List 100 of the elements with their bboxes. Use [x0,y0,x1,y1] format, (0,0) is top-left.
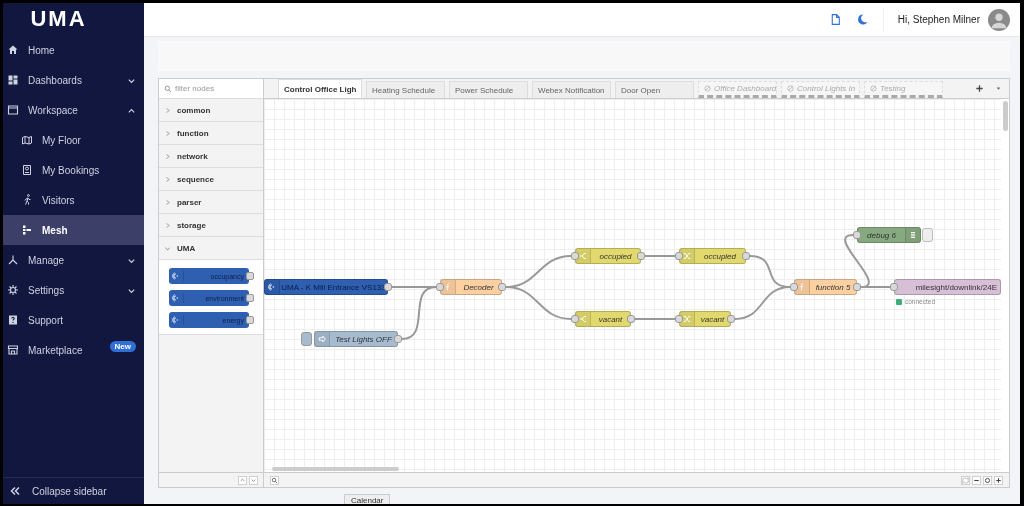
output-port[interactable] [853,283,861,291]
input-port[interactable] [571,315,579,323]
input-port[interactable] [853,231,861,239]
node-label: vacant [597,314,624,324]
node-label: occupied [598,251,633,261]
flow-tab[interactable]: Door Open [615,81,694,98]
output-port[interactable] [742,252,750,260]
output-port[interactable] [394,335,402,343]
palette-category[interactable]: function [159,122,263,145]
flow-node[interactable]: vacant [679,311,731,327]
input-port[interactable] [675,315,683,323]
output-port[interactable] [627,315,635,323]
debug-toggle[interactable] [922,228,933,242]
nav-item[interactable]: Home [3,35,144,65]
nav-item[interactable]: Settings [3,275,144,305]
tree-icon [21,224,33,236]
nav-item[interactable]: My Floor [3,125,144,155]
disabled-icon [704,85,711,92]
input-port[interactable] [675,252,683,260]
wire [644,255,676,257]
node-label: occupied [703,251,737,261]
flow-tab[interactable]: Heating Schedule [366,81,445,98]
wire [734,286,791,320]
double-chevron-left-icon [9,485,21,497]
avatar[interactable] [988,8,1010,31]
output-port[interactable] [727,315,735,323]
nav-item[interactable]: Dashboards [3,65,144,95]
dashboard-icon [7,74,19,86]
flow-node[interactable]: debug 6 [857,227,921,243]
split-icon [578,251,588,261]
flow-node[interactable]: Decoder [440,279,502,295]
node-label: Test Lights OFF [334,334,393,344]
settings-icon [7,284,19,296]
signal-icon [169,271,184,281]
flow-node[interactable]: function 5 [794,279,857,295]
output-port[interactable] [384,283,392,291]
shuffle-icon [682,314,692,324]
scrollbar-thumb[interactable] [272,467,399,471]
node-label: debug 6 [866,230,897,240]
input-port[interactable] [890,283,898,291]
id-card-icon [21,164,33,176]
inject-button[interactable] [301,332,312,346]
add-tab-icon[interactable] [975,84,984,93]
home-icon [7,44,19,56]
flow-node[interactable]: occupied [679,248,746,264]
wire [505,286,572,320]
palette-category[interactable]: storage [159,214,263,237]
palette-category[interactable]: network [159,145,263,168]
flow-node[interactable]: milesight/downlink/24E [894,279,1001,295]
flow-node[interactable]: occupied [575,248,641,264]
palette-category[interactable]: parser [159,191,263,214]
nav-item[interactable]: Support [3,305,144,335]
flow-tab[interactable]: Power Schedule [449,81,528,98]
shuffle-icon [682,251,692,261]
disabled-icon [870,85,877,92]
output-port[interactable] [637,252,645,260]
zoom-reset-icon[interactable] [983,475,992,485]
input-port[interactable] [790,283,798,291]
palette-category[interactable]: sequence [159,168,263,191]
node-label: vacant [699,314,726,324]
nav-item[interactable]: My Bookings [3,155,144,185]
user-greeting: Hi, Stephen Milner [897,14,980,25]
output-port[interactable] [498,283,506,291]
flow-tab[interactable]: Control Office Ligh [278,79,362,98]
calendar-tab[interactable]: Calendar [344,494,391,504]
input-port[interactable] [436,283,444,291]
filter-field[interactable]: filter nodes [159,79,263,99]
output-port[interactable] [246,272,254,280]
filter-input[interactable]: filter nodes [175,84,255,93]
output-port[interactable] [246,316,254,324]
expand-down-icon[interactable] [249,475,258,485]
palette-category[interactable]: common [159,99,263,122]
zoom-out-icon[interactable] [972,475,981,485]
nav-item[interactable]: Visitors [3,185,144,215]
nav-item[interactable]: Marketplace New [3,335,144,365]
help-icon [7,314,19,326]
output-port[interactable] [246,294,254,302]
moon-icon[interactable] [855,13,869,26]
signal-icon [169,315,184,325]
collapse-sidebar-button[interactable]: Collapse sidebar [3,477,144,504]
flow-tab[interactable]: Webex Notification [532,81,611,98]
node-label: Decoder [462,282,495,292]
flow-node[interactable]: Test Lights OFF [314,331,398,347]
scrollbar-thumb[interactable] [1003,101,1008,131]
search-icon [164,84,172,93]
nav-item[interactable]: Manage [3,245,144,275]
nav-item[interactable]: Workspace [3,95,144,125]
node-label: function 5 [814,282,852,292]
signal-icon [267,282,277,292]
network-icon [7,254,19,266]
store-icon [7,344,19,356]
collapse-up-icon[interactable] [238,475,247,485]
window-icon [7,104,19,116]
flow-node[interactable]: vacant [575,311,631,327]
input-port[interactable] [571,252,579,260]
search-icon[interactable] [270,475,279,485]
zoom-in-icon[interactable] [994,475,1003,485]
nav-item[interactable]: Mesh [3,215,144,245]
node-label: milesight/downlink/24E [914,282,998,292]
signal-icon [169,293,184,303]
